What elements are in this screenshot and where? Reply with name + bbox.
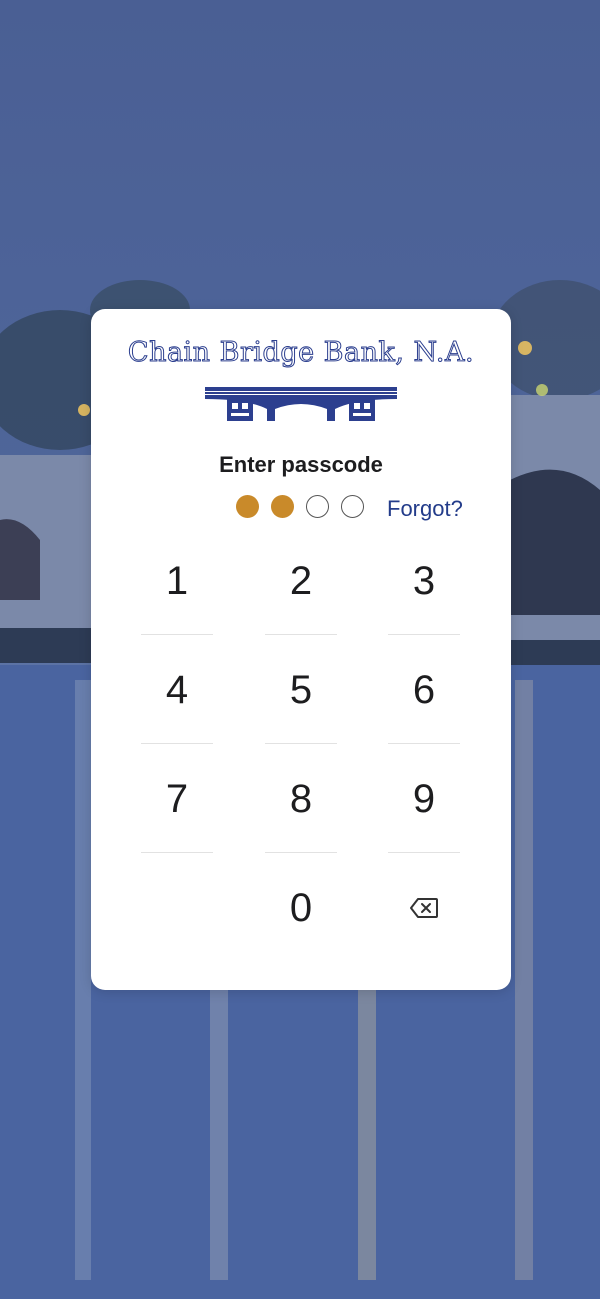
- passcode-dot-filled: [271, 495, 294, 518]
- passcode-dot-empty: [306, 495, 329, 518]
- keypad-key-label: 7: [165, 776, 189, 821]
- keypad-key-label: 9: [412, 776, 436, 821]
- forgot-passcode-link[interactable]: Forgot?: [387, 496, 463, 522]
- keypad-key-label: 6: [412, 667, 436, 712]
- bridge-logo-icon: [205, 387, 397, 421]
- key-divider: [141, 743, 213, 744]
- passcode-dot-empty: [341, 495, 364, 518]
- key-divider: [388, 634, 460, 635]
- passcode-prompt: Enter passcode: [219, 452, 383, 477]
- key-divider: [141, 852, 213, 853]
- keypad-key-label: 2: [289, 558, 313, 603]
- passcode-dots: [236, 495, 364, 518]
- key-divider: [265, 634, 337, 635]
- keypad-key-5[interactable]: 5: [265, 636, 337, 744]
- keypad-key-label: 0: [289, 885, 313, 930]
- keypad-key-6[interactable]: 6: [388, 636, 460, 744]
- keypad-key-3[interactable]: 3: [388, 527, 460, 635]
- keypad-key-2[interactable]: 2: [265, 527, 337, 635]
- key-divider: [265, 852, 337, 853]
- keypad-key-label: 8: [289, 776, 313, 821]
- keypad-key-label: 3: [412, 558, 436, 603]
- keypad-key-9[interactable]: 9: [388, 745, 460, 853]
- passcode-card: Chain Bridge Bank, N.A. Enter passcode F…: [91, 309, 511, 990]
- keypad-key-0[interactable]: 0: [265, 854, 337, 962]
- keypad-key-7[interactable]: 7: [141, 745, 213, 853]
- keypad-key-4[interactable]: 4: [141, 636, 213, 744]
- key-divider: [141, 634, 213, 635]
- key-divider: [388, 743, 460, 744]
- key-divider: [388, 852, 460, 853]
- key-divider: [265, 743, 337, 744]
- delete-key[interactable]: [388, 854, 460, 962]
- keypad-key-8[interactable]: 8: [265, 745, 337, 853]
- keypad-key-label: 4: [165, 667, 189, 712]
- backspace-icon: [410, 898, 438, 918]
- bank-name-logo: Chain Bridge Bank, N.A.: [127, 337, 475, 369]
- keypad-key-1[interactable]: 1: [141, 527, 213, 635]
- passcode-dot-filled: [236, 495, 259, 518]
- keypad-key-label: 1: [165, 558, 189, 603]
- keypad-key-label: 5: [289, 667, 313, 712]
